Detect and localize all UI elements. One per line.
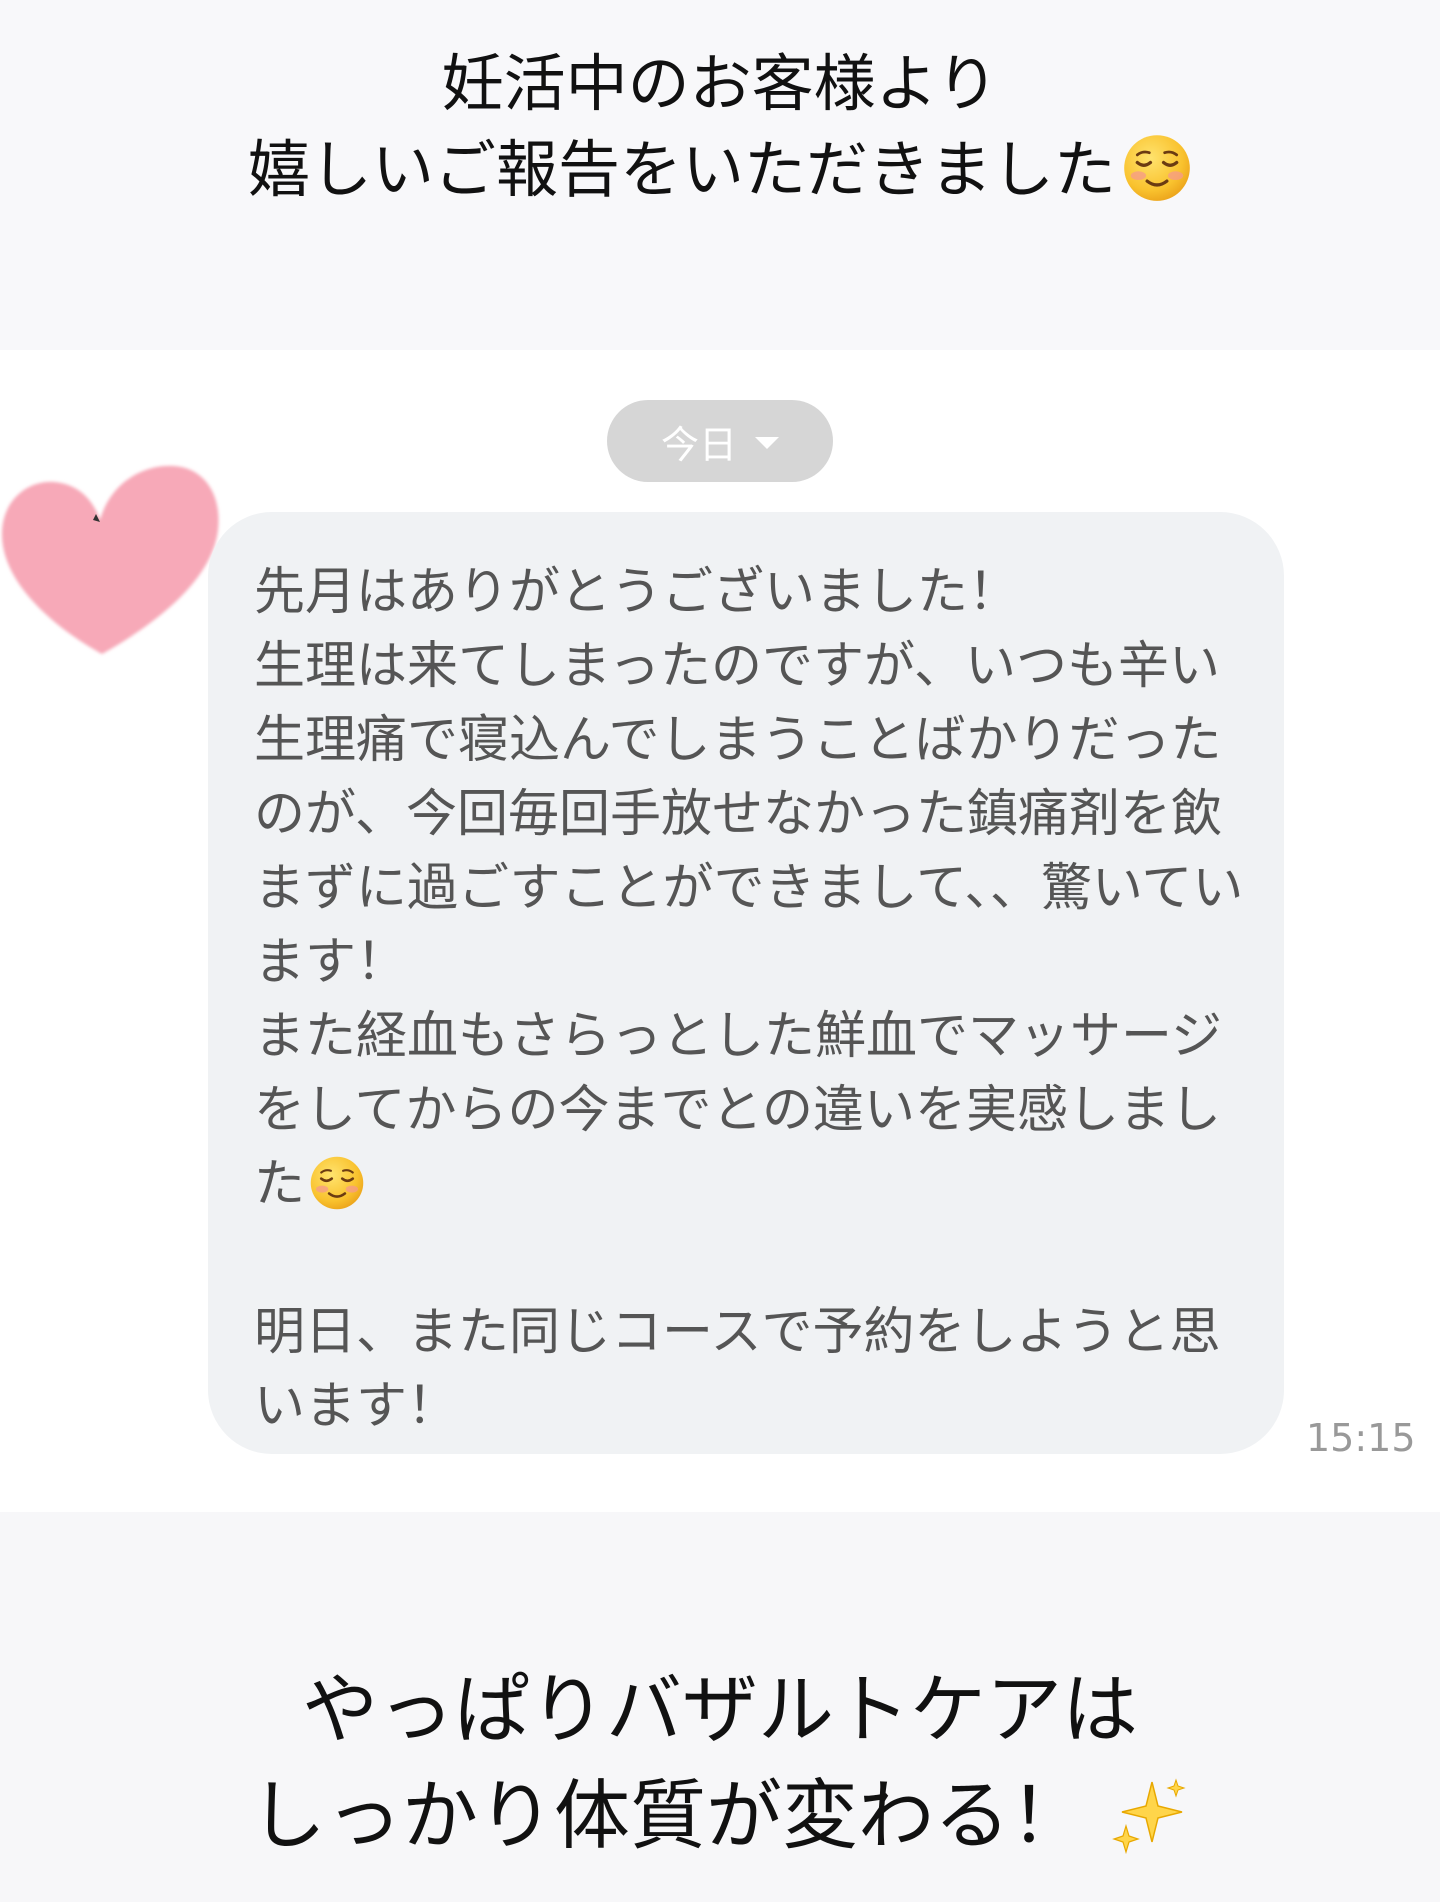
- top-caption: 妊活中のお客様より 嬉しいご報告をいただきました: [0, 0, 1440, 350]
- caption-subtitle: 嬉しいご報告をいただきました: [0, 130, 1440, 210]
- date-label: 今日: [660, 422, 737, 467]
- relieved-smile-icon: [310, 1156, 364, 1210]
- bottom-caption-line1: やっぱりバザルトケアは: [302, 1665, 1138, 1754]
- message-timestamp: 15:15: [1306, 1416, 1416, 1460]
- sparkles-icon: [1112, 1778, 1186, 1855]
- caption-subtitle-text: 嬉しいご報告をいただきました: [247, 133, 1116, 206]
- date-selector-button[interactable]: 今日: [607, 400, 833, 482]
- chat-area: 今日 先月はありがとうございました！ 生理は来てしまったのですが、いつも辛い生理…: [0, 350, 1440, 1512]
- message-text: 先月はありがとうございました！ 生理は来てしまったのですが、いつも辛い生理痛で寝…: [254, 556, 1244, 1444]
- message-body-part1: 先月はありがとうございました！ 生理は来てしまったのですが、いつも辛い生理痛で寝…: [254, 563, 1244, 1214]
- heart-icon: [2, 465, 219, 654]
- message-body-part2: 明日、また同じコースで予約をしようと思います！: [254, 1303, 1221, 1436]
- relieved-smile-icon: [1124, 135, 1190, 201]
- bottom-caption: やっぱりバザルトケアは しっかり体質が変わる！: [0, 1512, 1440, 1902]
- caret-down-icon: [755, 437, 779, 449]
- bottom-caption-line2: しっかり体質が変わる！: [0, 1768, 1440, 1864]
- caption-title: 妊活中のお客様より: [441, 47, 999, 120]
- bottom-caption-line2-text: しっかり体質が変わる！: [250, 1771, 1086, 1860]
- message-bubble: 先月はありがとうございました！ 生理は来てしまったのですが、いつも辛い生理痛で寝…: [208, 512, 1284, 1454]
